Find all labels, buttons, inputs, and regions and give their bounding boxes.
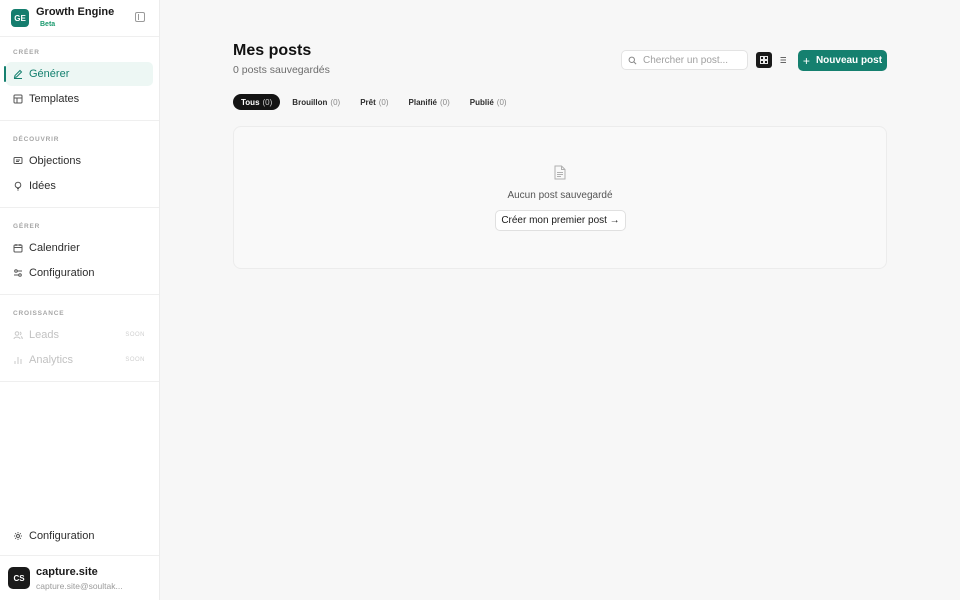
sidebar-item-label: Idées	[29, 180, 56, 192]
empty-state: Aucun post sauvegardé Créer mon premier …	[233, 126, 887, 269]
sliders-icon	[13, 268, 23, 278]
sidebar-item-label: Configuration	[29, 530, 95, 542]
collapse-sidebar-icon[interactable]	[135, 12, 145, 22]
section-title: CRÉER	[13, 49, 40, 56]
tab-planifie[interactable]: Planifié (0)	[401, 94, 458, 110]
page-subtitle: 0 posts sauvegardés	[233, 64, 330, 76]
users-icon	[13, 330, 23, 340]
sidebar-item-label: Calendrier	[29, 242, 80, 254]
empty-message: Aucun post sauvegardé	[507, 190, 613, 201]
sidebar-item-leads: Leads SOON	[6, 323, 153, 347]
avatar: CS	[8, 567, 30, 589]
sidebar-item-label: Configuration	[29, 267, 95, 279]
sidebar-item-templates[interactable]: Templates	[6, 87, 153, 111]
pencil-icon	[13, 69, 23, 79]
calendar-icon	[13, 243, 23, 253]
tab-label: Tous	[241, 97, 260, 107]
status-tabs: Tous (0) Brouillon (0) Prêt (0) Planifié (0)…	[233, 94, 519, 110]
new-post-label: Nouveau post	[815, 55, 883, 66]
tab-count: (0)	[378, 97, 389, 107]
user-email: capture.site@soultak...	[36, 580, 123, 591]
bottom-config: Configuration	[0, 523, 159, 555]
plus-icon: +	[802, 53, 810, 68]
sidebar-item-label: Générer	[29, 68, 70, 80]
grid-icon	[760, 56, 768, 64]
sidebar-item-label: Objections	[29, 155, 81, 167]
section-title: DÉCOUVRIR	[13, 136, 60, 143]
sidebar: GE Growth Engine Beta CRÉER Générer Temp…	[0, 0, 160, 600]
sidebar-item-settings[interactable]: Configuration	[6, 524, 153, 548]
message-icon	[13, 156, 23, 166]
sidebar-item-generer[interactable]: Générer	[4, 62, 153, 86]
tab-label: Planifié	[408, 97, 437, 107]
tab-brouillon[interactable]: Brouillon (0)	[284, 94, 348, 110]
soon-badge: SOON	[125, 357, 145, 363]
brand-logo: GE	[11, 9, 29, 27]
lightbulb-icon	[13, 181, 23, 191]
gear-icon	[13, 531, 23, 541]
tab-count: (0)	[439, 97, 450, 107]
document-icon	[554, 165, 566, 180]
sidebar-item-idees[interactable]: Idées	[6, 174, 153, 198]
sidebar-item-analytics: Analytics SOON	[6, 348, 153, 372]
section-croissance: CROISSANCE Leads SOON Analytics SOON	[0, 298, 159, 382]
tab-count: (0)	[262, 97, 273, 107]
sidebar-item-calendrier[interactable]: Calendrier	[6, 236, 153, 260]
tab-label: Brouillon	[292, 97, 328, 107]
tab-label: Prêt	[360, 97, 376, 107]
sidebar-item-label: Analytics	[29, 354, 74, 366]
tab-count: (0)	[330, 97, 341, 107]
tab-label: Publié	[469, 97, 494, 107]
view-toggle	[756, 52, 794, 68]
page-title: Mes posts	[233, 42, 312, 59]
section-creer: CRÉER Générer Templates	[0, 37, 159, 121]
user-name: capture.site	[36, 565, 98, 578]
create-first-post-button[interactable]: Créer mon premier post →	[495, 210, 626, 231]
layout-icon	[13, 94, 23, 104]
brand-name: Growth Engine	[36, 6, 115, 18]
section-title: CROISSANCE	[13, 310, 65, 317]
tab-publie[interactable]: Publié (0)	[462, 94, 515, 110]
section-title: GÉRER	[13, 223, 41, 230]
user-profile[interactable]: CS capture.site capture.site@soultak...	[0, 555, 159, 600]
soon-badge: SOON	[125, 332, 145, 338]
search-box[interactable]	[621, 50, 748, 70]
tab-pret[interactable]: Prêt (0)	[352, 94, 396, 110]
new-post-button[interactable]: + Nouveau post	[798, 50, 887, 71]
search-input[interactable]	[643, 54, 743, 66]
grid-view-button[interactable]	[756, 52, 772, 68]
sidebar-item-objections[interactable]: Objections	[6, 149, 153, 173]
main-content: Mes posts 0 posts sauvegardés + Nouveau …	[160, 0, 960, 600]
brand-header: GE Growth Engine Beta	[0, 0, 159, 37]
sidebar-item-configuration[interactable]: Configuration	[6, 261, 153, 285]
list-view-button[interactable]	[775, 52, 791, 68]
chart-icon	[13, 355, 23, 365]
tab-count: (0)	[496, 97, 507, 107]
section-gerer: GÉRER Calendrier Configuration	[0, 211, 159, 295]
tab-tous[interactable]: Tous (0)	[233, 94, 281, 110]
sidebar-item-label: Templates	[29, 93, 80, 105]
sidebar-item-label: Leads	[29, 329, 59, 341]
beta-badge: Beta	[40, 21, 56, 28]
section-decouvrir: DÉCOUVRIR Objections Idées	[0, 124, 159, 208]
list-icon	[780, 57, 786, 63]
search-icon	[628, 56, 637, 64]
